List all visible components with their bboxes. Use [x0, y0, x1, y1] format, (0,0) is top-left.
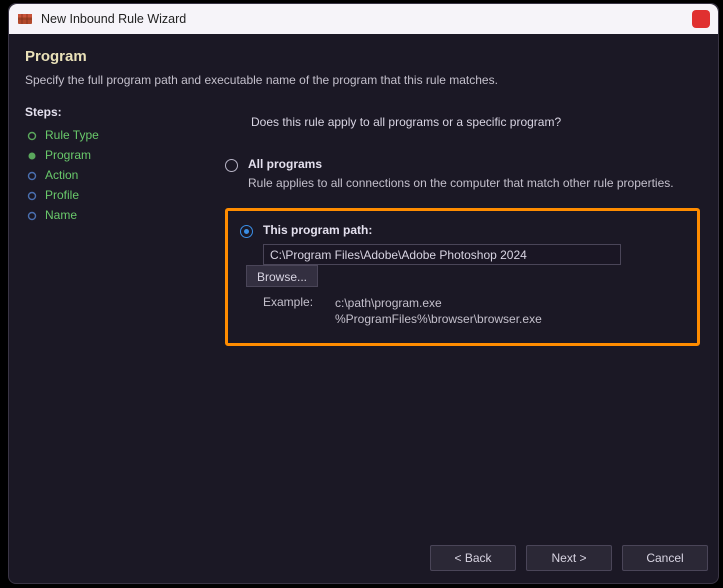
step-label: Rule Type — [45, 128, 99, 142]
steps-sidebar: Steps: Rule Type Program Action — [17, 97, 209, 346]
step-profile[interactable]: Profile — [25, 185, 205, 205]
titlebar: New Inbound Rule Wizard — [9, 4, 718, 34]
step-label: Name — [45, 208, 77, 222]
back-button[interactable]: < Back — [430, 545, 516, 571]
wizard-main: Does this rule apply to all programs or … — [209, 97, 710, 346]
page-title: Program — [25, 48, 702, 65]
step-program[interactable]: Program — [25, 145, 205, 165]
step-bullet-icon — [27, 170, 37, 180]
example-block: Example: c:\path\program.exe %ProgramFil… — [263, 295, 681, 327]
step-label: Action — [45, 168, 78, 182]
option-all-label: All programs — [248, 157, 322, 171]
highlighted-section: This program path: Browse... Example: c:… — [225, 208, 700, 346]
wizard-header: Program Specify the full program path an… — [9, 34, 718, 97]
step-label: Program — [45, 148, 91, 162]
step-action[interactable]: Action — [25, 165, 205, 185]
firewall-app-icon — [17, 11, 33, 27]
option-all-programs[interactable]: All programs Rule applies to all connect… — [225, 157, 700, 190]
step-bullet-icon — [27, 190, 37, 200]
option-this-program-path[interactable]: This program path: Browse... Example: c:… — [240, 223, 681, 327]
steps-heading: Steps: — [25, 105, 205, 119]
radio-all-programs[interactable] — [225, 159, 238, 172]
wizard-window: New Inbound Rule Wizard Program Specify … — [8, 3, 719, 584]
step-bullet-icon — [27, 150, 37, 160]
step-rule-type[interactable]: Rule Type — [25, 125, 205, 145]
example-line-1: c:\path\program.exe — [335, 296, 442, 310]
next-button[interactable]: Next > — [526, 545, 612, 571]
browse-button[interactable]: Browse... — [246, 265, 318, 287]
wizard-footer: < Back Next > Cancel — [430, 545, 708, 571]
cancel-button[interactable]: Cancel — [622, 545, 708, 571]
radio-this-program-path[interactable] — [240, 225, 253, 238]
example-line-2: %ProgramFiles%\browser\browser.exe — [335, 312, 542, 326]
option-all-desc: Rule applies to all connections on the c… — [248, 176, 700, 190]
question-text: Does this rule apply to all programs or … — [251, 115, 700, 129]
option-path-label: This program path: — [263, 223, 372, 237]
step-bullet-icon — [27, 130, 37, 140]
window-title: New Inbound Rule Wizard — [41, 12, 186, 26]
program-path-input[interactable] — [263, 244, 621, 265]
page-description: Specify the full program path and execut… — [25, 73, 702, 87]
example-label: Example: — [263, 295, 335, 327]
step-bullet-icon — [27, 210, 37, 220]
close-button[interactable] — [692, 10, 710, 28]
step-name[interactable]: Name — [25, 205, 205, 225]
step-label: Profile — [45, 188, 79, 202]
